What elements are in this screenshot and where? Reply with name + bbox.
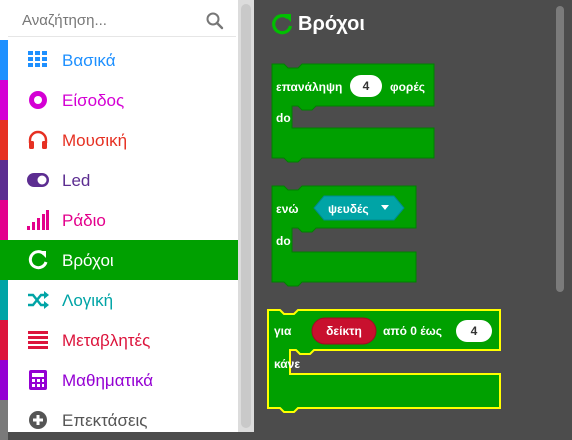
range-end-value: 4: [471, 324, 478, 338]
category-extensions[interactable]: Επεκτάσεις: [0, 400, 238, 440]
flyout-scrollbar[interactable]: [556, 6, 564, 292]
category-label: Βρόχοι: [62, 251, 114, 270]
repeat-label: επανάληψη: [276, 80, 342, 94]
while-do-label: do: [276, 234, 291, 248]
variable-name: δείκτη: [326, 324, 362, 338]
category-input[interactable]: Είσοδος: [0, 80, 238, 120]
category-logic[interactable]: Λογική: [0, 280, 238, 320]
for-label: για: [274, 324, 292, 338]
category-color-bar: [0, 400, 8, 440]
repeat-count-value: 4: [363, 79, 370, 93]
category-color-bar: [0, 240, 8, 280]
category-label: Βασικά: [62, 51, 116, 70]
category-list: Βασικά Είσοδος Μουσική Led Ράδιο Βρόχοι …: [0, 40, 238, 440]
search-icon[interactable]: [206, 12, 224, 30]
category-label: Λογική: [62, 291, 114, 310]
for-do-label: κάνε: [274, 357, 300, 371]
category-color-bar: [0, 120, 8, 160]
search-box[interactable]: [8, 4, 236, 37]
category-label: Είσοδος: [62, 91, 125, 110]
repeat-block[interactable]: επανάληψη 4 φορές do: [271, 63, 435, 163]
category-color-bar: [0, 40, 8, 80]
category-label: Μουσική: [62, 131, 128, 150]
input-icon: [27, 90, 49, 110]
category-color-bar: [0, 360, 8, 400]
category-color-bar: [0, 280, 8, 320]
grid-icon: [27, 50, 49, 70]
category-color-bar: [0, 160, 8, 200]
toolbox-scrollbar[interactable]: [238, 0, 254, 432]
category-radio[interactable]: Ράδιο: [0, 200, 238, 240]
signal-bars-icon: [27, 210, 49, 230]
category-label: Μαθηματικά: [62, 371, 154, 390]
category-loops[interactable]: Βρόχοι: [0, 240, 238, 280]
list-icon: [27, 330, 49, 350]
calculator-icon: [27, 370, 49, 390]
category-label: Led: [62, 171, 91, 190]
loop-icon: [27, 250, 49, 270]
category-math[interactable]: Μαθηματικά: [0, 360, 238, 400]
category-music[interactable]: Μουσική: [0, 120, 238, 160]
headphones-icon: [27, 130, 49, 150]
toolbox: Βασικά Είσοδος Μουσική: [0, 0, 240, 440]
shuffle-icon: [27, 290, 49, 310]
category-color-bar: [0, 200, 8, 240]
for-block[interactable]: για δείκτη από 0 έως 4 κάνε: [267, 309, 501, 413]
repeat-do-label: do: [276, 111, 291, 125]
category-label: Επεκτάσεις: [62, 411, 148, 430]
category-color-bar: [0, 80, 8, 120]
search-input[interactable]: [8, 10, 204, 30]
category-variables[interactable]: Μεταβλητές: [0, 320, 238, 360]
while-block[interactable]: ενώ ψευδές do: [271, 185, 417, 287]
condition-value: ψευδές: [328, 202, 369, 216]
loops-flyout: Βρόχοι επανάληψη 4 φορές do ενώ ψευδές d…: [254, 0, 572, 432]
repeat-suffix: φορές: [390, 80, 425, 94]
category-basic[interactable]: Βασικά: [0, 40, 238, 80]
plus-circle-icon: [27, 410, 49, 430]
toggle-icon: [27, 170, 49, 190]
category-led[interactable]: Led: [0, 160, 238, 200]
while-label: ενώ: [276, 202, 299, 216]
range-label: από 0 έως: [383, 324, 442, 338]
category-label: Ράδιο: [62, 211, 106, 230]
category-color-bar: [0, 320, 8, 360]
block-canvas: επανάληψη 4 φορές do ενώ ψευδές do για δ…: [267, 63, 501, 413]
category-label: Μεταβλητές: [62, 331, 151, 350]
toolbox-scrollbar-thumb[interactable]: [241, 4, 251, 428]
